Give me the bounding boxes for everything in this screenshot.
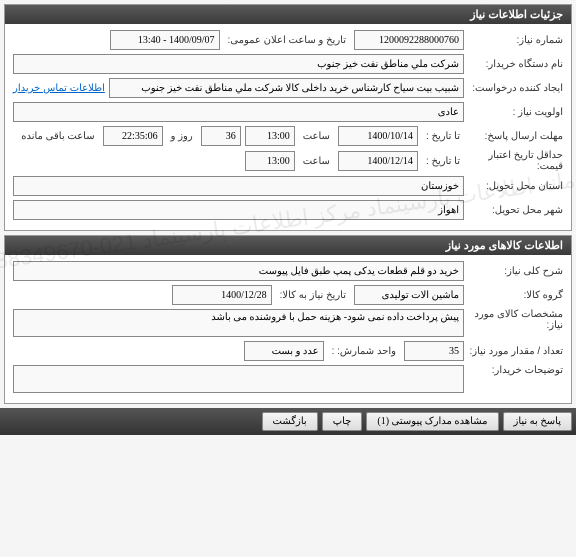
- unit-field[interactable]: [244, 341, 324, 361]
- need-date-label: تاریخ نیاز به کالا:: [276, 290, 350, 301]
- response-date-field[interactable]: [338, 126, 418, 146]
- reply-button[interactable]: پاسخ به نیاز: [503, 412, 573, 431]
- days-label: روز و: [167, 131, 197, 142]
- remaining-label: ساعت باقی مانده: [17, 131, 98, 142]
- creator-label: ایجاد کننده درخواست:: [468, 83, 563, 94]
- days-remaining-field[interactable]: [201, 126, 241, 146]
- time-label-2: ساعت: [299, 156, 334, 167]
- validity-date-field[interactable]: [338, 151, 418, 171]
- response-deadline-label: مهلت ارسال پاسخ:: [468, 131, 563, 142]
- buyer-notes-label: توضیحات خریدار:: [468, 365, 563, 376]
- validity-time-field[interactable]: [245, 151, 295, 171]
- delivery-province-field[interactable]: [13, 176, 464, 196]
- panel1-title: جزئیات اطلاعات نیاز: [5, 5, 571, 24]
- creator-field[interactable]: [109, 78, 464, 98]
- buyer-notes-field[interactable]: [13, 365, 464, 393]
- need-date-field[interactable]: [172, 285, 272, 305]
- time-label-1: ساعت: [299, 131, 334, 142]
- attachments-button[interactable]: مشاهده مدارک پیوستی (1): [366, 412, 498, 431]
- to-date-label-2: تا تاریخ :: [422, 156, 464, 167]
- qty-field[interactable]: [404, 341, 464, 361]
- back-button[interactable]: بازگشت: [262, 412, 318, 431]
- group-field[interactable]: [354, 285, 464, 305]
- goods-info-panel: اطلاعات کالاهای مورد نیاز شرح کلی نیاز: …: [4, 235, 572, 404]
- need-details-panel: جزئیات اطلاعات نیاز شماره نیاز: تاریخ و …: [4, 4, 572, 231]
- priority-label: اولویت نیاز :: [468, 107, 563, 118]
- need-number-field[interactable]: [354, 30, 464, 50]
- group-label: گروه کالا:: [468, 290, 563, 301]
- priority-field[interactable]: [13, 102, 464, 122]
- buyer-org-label: نام دستگاه خریدار:: [468, 59, 563, 70]
- min-validity-label: حداقل تاریخ اعتبار قیمت:: [468, 150, 563, 172]
- action-bar: پاسخ به نیاز مشاهده مدارک پیوستی (1) چاپ…: [0, 408, 576, 435]
- delivery-province-label: استان محل تحویل:: [468, 181, 563, 192]
- public-datetime-label: تاریخ و ساعت اعلان عمومی:: [224, 35, 351, 46]
- to-date-label-1: تا تاریخ :: [422, 131, 464, 142]
- specs-field[interactable]: [13, 309, 464, 337]
- public-datetime-field[interactable]: [110, 30, 220, 50]
- delivery-city-field[interactable]: [13, 200, 464, 220]
- buyer-org-field[interactable]: [13, 54, 464, 74]
- specs-label: مشخصات کالای مورد نیاز:: [468, 309, 563, 331]
- need-number-label: شماره نیاز:: [468, 35, 563, 46]
- desc-field[interactable]: [13, 261, 464, 281]
- desc-label: شرح کلی نیاز:: [468, 266, 563, 277]
- buyer-contact-link[interactable]: اطلاعات تماس خریدار: [13, 83, 105, 94]
- unit-label: واحد شمارش: :: [328, 346, 400, 357]
- print-button[interactable]: چاپ: [322, 412, 363, 431]
- delivery-city-label: شهر محل تحویل:: [468, 205, 563, 216]
- response-time-field[interactable]: [245, 126, 295, 146]
- time-remaining-field[interactable]: [103, 126, 163, 146]
- panel2-title: اطلاعات کالاهای مورد نیاز: [5, 236, 571, 255]
- qty-label: تعداد / مقدار مورد نیاز:: [468, 346, 563, 357]
